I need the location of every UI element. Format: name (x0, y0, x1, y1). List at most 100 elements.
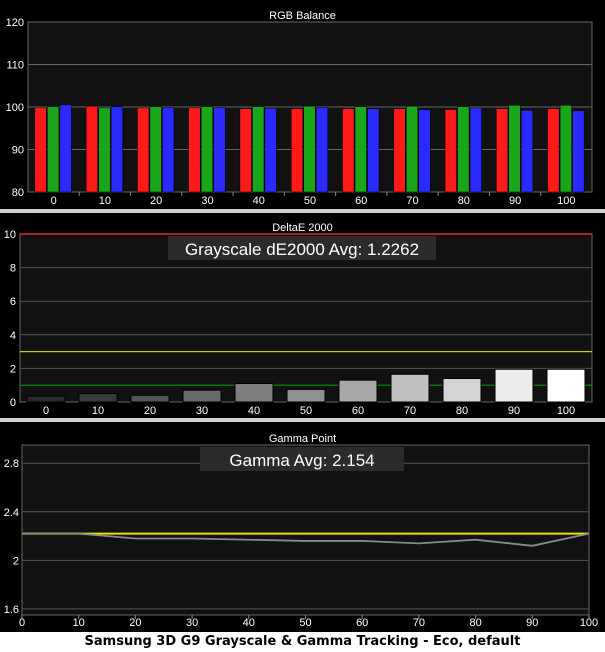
x-tick-label: 20 (129, 617, 141, 629)
y-tick-label: 2 (10, 363, 16, 375)
x-tick-label: 10 (99, 195, 111, 207)
x-tick-label: 80 (469, 617, 481, 629)
rgb-balance-chart: RGB Balance 80 90 100 110 120 0 10 20 30 40 50 60 70 8… (6, 10, 593, 207)
bar-blue-30 (213, 107, 226, 193)
bar-10 (78, 393, 118, 403)
y-tick-label: 90 (12, 145, 24, 157)
bar-blue-90 (521, 110, 534, 193)
chart-title: RGB Balance (269, 10, 336, 22)
bar-blue-100 (572, 110, 585, 193)
bar-green-100 (559, 105, 572, 193)
y-tick-label: 6 (10, 296, 16, 308)
bar-red-0 (34, 107, 47, 193)
bar-60 (338, 379, 378, 403)
x-tick-label: 60 (352, 405, 364, 417)
bar-red-10 (85, 105, 98, 193)
x-tick-label: 0 (51, 195, 57, 207)
bar-red-70 (393, 108, 406, 193)
bar-90 (494, 368, 534, 403)
y-tick-label: 110 (6, 60, 24, 72)
bar-red-90 (496, 108, 509, 193)
x-tick-label: 80 (458, 195, 470, 207)
bar-green-0 (47, 106, 60, 193)
x-tick-label: 100 (557, 195, 575, 207)
y-tick-label: 4 (10, 330, 16, 342)
x-tick-label: 100 (580, 617, 598, 629)
x-tick-label: 90 (509, 195, 521, 207)
x-tick-label: 70 (413, 617, 425, 629)
bar-green-10 (98, 107, 111, 193)
figure-caption: Samsung 3D G9 Grayscale & Gamma Tracking… (84, 634, 521, 649)
bar-green-30 (200, 106, 213, 193)
x-tick-label: 100 (557, 405, 575, 417)
x-tick-label: 60 (355, 195, 367, 207)
x-tick-label: 50 (300, 405, 312, 417)
bar-green-60 (354, 106, 367, 193)
y-tick-label: 2.4 (4, 507, 19, 519)
bar-blue-50 (316, 107, 328, 193)
x-tick-label: 30 (201, 195, 213, 207)
bar-100 (546, 368, 586, 403)
bar-blue-10 (110, 106, 123, 193)
y-tick-label: 120 (6, 17, 24, 29)
y-tick-label: 2 (13, 555, 19, 567)
avg-gamma-annotation: Gamma Avg: 2.154 (229, 451, 374, 470)
x-tick-label: 10 (92, 405, 104, 417)
bar-20 (130, 394, 170, 403)
deltae-chart: DeltaE 200002468100 10 20 30 40 50 60 70 80 90 100… (4, 222, 593, 417)
charts-panel: RGB Balance80901001101200 10 20 30 40 50 60 70 8… (0, 0, 605, 632)
gamma-chart: Gamma Point 1.6 2 2.4 2.8 0 10 20 30 40 50 60 70 80 90… (4, 433, 598, 629)
bar-red-100 (547, 108, 560, 193)
x-tick-label: 90 (526, 617, 538, 629)
bar-blue-80 (469, 107, 482, 193)
bar-blue-0 (59, 104, 72, 193)
y-tick-label: 2.8 (4, 458, 19, 470)
y-tick-label: 80 (12, 187, 24, 199)
x-tick-label: 50 (304, 195, 316, 207)
bar-green-70 (406, 105, 419, 193)
bar-blue-70 (418, 109, 431, 193)
bar-green-90 (508, 105, 521, 193)
x-tick-label: 20 (150, 195, 162, 207)
bar-30 (182, 389, 222, 403)
chart-title: DeltaE 2000 (272, 222, 333, 234)
bar-0 (26, 395, 66, 403)
x-tick-label: 80 (456, 405, 468, 417)
x-tick-label: 70 (404, 405, 416, 417)
bar-red-60 (342, 108, 355, 193)
avg-deltae-annotation: Grayscale dE2000 Avg: 1.2262 (185, 240, 419, 259)
bar-blue-60 (367, 108, 380, 193)
x-tick-label: 10 (73, 617, 85, 629)
bar-80 (442, 377, 482, 403)
x-tick-label: 60 (356, 617, 368, 629)
x-tick-label: 40 (248, 405, 260, 417)
bar-red-80 (444, 109, 457, 193)
x-tick-label: 0 (43, 405, 49, 417)
x-tick-label: 30 (196, 405, 208, 417)
bar-70 (390, 373, 430, 403)
bar-red-20 (137, 107, 150, 193)
x-tick-label: 50 (299, 617, 311, 629)
bar-50 (286, 388, 326, 403)
bar-green-20 (149, 106, 162, 193)
bar-green-80 (457, 106, 470, 193)
x-tick-label: 40 (243, 617, 255, 629)
x-tick-label: 20 (144, 405, 156, 417)
bar-red-30 (188, 107, 201, 193)
bar-green-50 (303, 105, 316, 193)
y-tick-label: 10 (4, 229, 16, 241)
bar-green-40 (252, 106, 265, 193)
bar-blue-40 (264, 108, 277, 193)
bar-red-50 (291, 108, 303, 193)
y-tick-label: 100 (6, 102, 24, 114)
bar-blue-20 (162, 107, 175, 193)
y-tick-label: 8 (10, 263, 16, 275)
bar-red-40 (239, 108, 252, 193)
x-tick-label: 40 (253, 195, 265, 207)
bar-40 (234, 383, 274, 403)
x-tick-label: 30 (186, 617, 198, 629)
x-tick-label: 70 (406, 195, 418, 207)
x-tick-label: 90 (508, 405, 520, 417)
y-tick-label: 0 (10, 397, 16, 409)
x-tick-label: 0 (19, 617, 25, 629)
